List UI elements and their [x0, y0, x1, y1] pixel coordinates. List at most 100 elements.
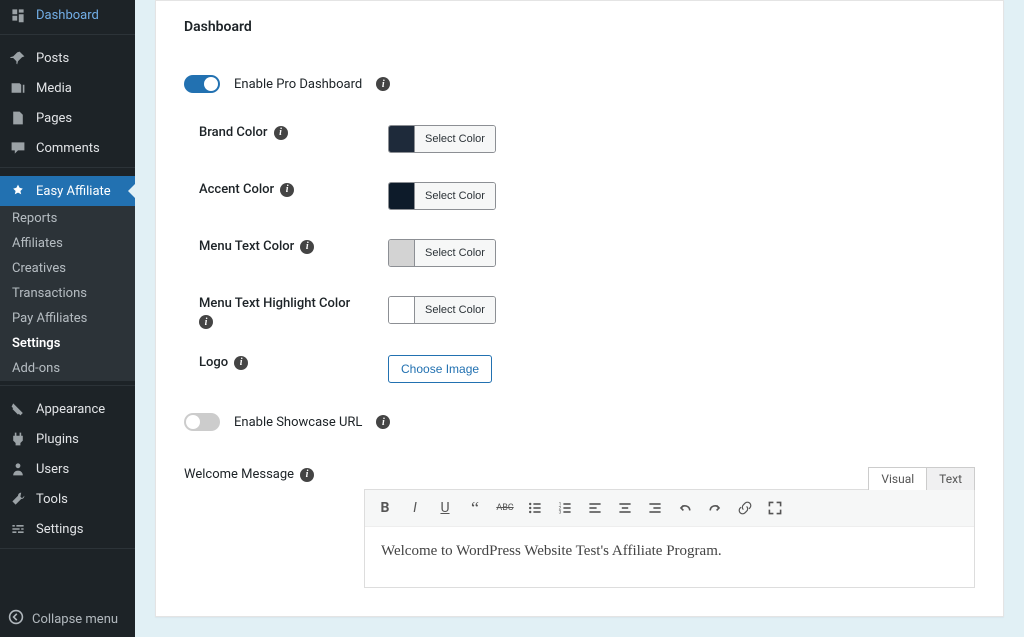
menu-text-color-label: Menu Text Color	[199, 239, 294, 254]
submenu-settings[interactable]: Settings	[0, 331, 135, 356]
align-left-button[interactable]	[581, 494, 609, 522]
menu-label: Users	[36, 462, 69, 477]
align-right-button[interactable]	[641, 494, 669, 522]
dashboard-icon	[8, 7, 28, 23]
info-icon[interactable]: i	[376, 415, 390, 429]
info-icon[interactable]: i	[274, 126, 288, 140]
underline-button[interactable]: U	[431, 494, 459, 522]
bold-button[interactable]: B	[371, 494, 399, 522]
submenu-pay-affiliates[interactable]: Pay Affiliates	[0, 306, 135, 331]
editor-tabs: Visual Text	[868, 467, 975, 490]
quote-button[interactable]: “	[461, 494, 489, 522]
select-color-button[interactable]: Select Color	[415, 297, 495, 323]
menu-label: Appearance	[36, 402, 105, 417]
submenu-addons[interactable]: Add-ons	[0, 356, 135, 381]
info-icon[interactable]: i	[199, 315, 213, 329]
menu-media[interactable]: Media	[0, 73, 135, 103]
redo-button[interactable]	[701, 494, 729, 522]
settings-panel: Dashboard Enable Pro Dashboard i Brand C…	[155, 0, 1004, 617]
collapse-label: Collapse menu	[32, 612, 118, 627]
welcome-editor: B I U “ ABC 123	[364, 489, 975, 588]
menu-pages[interactable]: Pages	[0, 103, 135, 133]
ulist-button[interactable]	[521, 494, 549, 522]
brand-color-picker[interactable]: Select Color	[388, 125, 496, 153]
select-color-button[interactable]: Select Color	[415, 183, 495, 209]
menu-label: Easy Affiliate	[36, 184, 111, 199]
brand-color-swatch	[389, 126, 415, 152]
menu-appearance[interactable]: Appearance	[0, 394, 135, 424]
row-menu-highlight-color: Menu Text Highlight Color i Select Color	[184, 270, 975, 329]
settings-icon	[8, 521, 28, 537]
submenu-reports[interactable]: Reports	[0, 206, 135, 231]
italic-button[interactable]: I	[401, 494, 429, 522]
fullscreen-button[interactable]	[761, 494, 789, 522]
accent-color-picker[interactable]: Select Color	[388, 182, 496, 210]
submenu-creatives[interactable]: Creatives	[0, 256, 135, 281]
info-icon[interactable]: i	[376, 77, 390, 91]
link-button[interactable]	[731, 494, 759, 522]
editor-toolbar: B I U “ ABC 123	[365, 490, 974, 527]
comments-icon	[8, 140, 28, 156]
brand-color-label: Brand Color	[199, 125, 268, 140]
menu-posts[interactable]: Posts	[0, 43, 135, 73]
plugin-icon	[8, 183, 28, 199]
svg-text:3: 3	[559, 510, 562, 516]
admin-sidebar: Dashboard Posts Media Pages Comments Eas…	[0, 0, 135, 637]
collapse-menu[interactable]: Collapse menu	[0, 601, 135, 637]
tools-icon	[8, 491, 28, 507]
appearance-icon	[8, 401, 28, 417]
media-icon	[8, 80, 28, 96]
menu-easy-affiliate[interactable]: Easy Affiliate	[0, 176, 135, 206]
submenu-affiliates[interactable]: Affiliates	[0, 231, 135, 256]
select-color-button[interactable]: Select Color	[415, 240, 495, 266]
menu-label: Settings	[36, 522, 83, 537]
olist-button[interactable]: 123	[551, 494, 579, 522]
accent-color-label: Accent Color	[199, 182, 274, 197]
row-welcome: Welcome Message i Visual Text	[184, 467, 975, 490]
pages-icon	[8, 110, 28, 126]
content-wrap: Dashboard Enable Pro Dashboard i Brand C…	[135, 0, 1024, 637]
menu-comments[interactable]: Comments	[0, 133, 135, 163]
select-color-button[interactable]: Select Color	[415, 126, 495, 152]
menu-highlight-swatch	[389, 297, 415, 323]
menu-text-color-swatch	[389, 240, 415, 266]
users-icon	[8, 461, 28, 477]
menu-highlight-picker[interactable]: Select Color	[388, 296, 496, 324]
menu-dashboard[interactable]: Dashboard	[0, 0, 135, 30]
tab-text[interactable]: Text	[927, 467, 975, 490]
info-icon[interactable]: i	[300, 240, 314, 254]
strike-button[interactable]: ABC	[491, 494, 519, 522]
tab-visual[interactable]: Visual	[868, 467, 927, 490]
menu-tools[interactable]: Tools	[0, 484, 135, 514]
row-enable-showcase: Enable Showcase URL i	[184, 383, 975, 437]
submenu: Reports Affiliates Creatives Transaction…	[0, 206, 135, 381]
accent-color-swatch	[389, 183, 415, 209]
toggle-enable-showcase[interactable]	[184, 413, 220, 431]
enable-showcase-label: Enable Showcase URL	[234, 415, 362, 430]
row-brand-color: Brand Color i Select Color	[184, 99, 975, 156]
collapse-icon	[8, 609, 24, 629]
menu-highlight-label: Menu Text Highlight Color	[199, 296, 350, 311]
row-enable-pro: Enable Pro Dashboard i	[184, 47, 975, 99]
menu-label: Pages	[36, 111, 72, 126]
menu-label: Comments	[36, 141, 100, 156]
toggle-enable-pro[interactable]	[184, 75, 220, 93]
info-icon[interactable]: i	[234, 356, 248, 370]
choose-image-button[interactable]: Choose Image	[388, 355, 492, 383]
welcome-label: Welcome Message	[184, 467, 294, 482]
pin-icon	[8, 50, 28, 66]
info-icon[interactable]: i	[300, 468, 314, 482]
menu-label: Media	[36, 81, 72, 96]
menu-users[interactable]: Users	[0, 454, 135, 484]
menu-settings[interactable]: Settings	[0, 514, 135, 544]
submenu-transactions[interactable]: Transactions	[0, 281, 135, 306]
align-center-button[interactable]	[611, 494, 639, 522]
info-icon[interactable]: i	[280, 183, 294, 197]
logo-label: Logo	[199, 355, 228, 370]
undo-button[interactable]	[671, 494, 699, 522]
row-logo: Logo i Choose Image	[184, 329, 975, 383]
menu-text-color-picker[interactable]: Select Color	[388, 239, 496, 267]
editor-textarea[interactable]: Welcome to WordPress Website Test's Affi…	[365, 527, 974, 587]
menu-plugins[interactable]: Plugins	[0, 424, 135, 454]
plugins-icon	[8, 431, 28, 447]
